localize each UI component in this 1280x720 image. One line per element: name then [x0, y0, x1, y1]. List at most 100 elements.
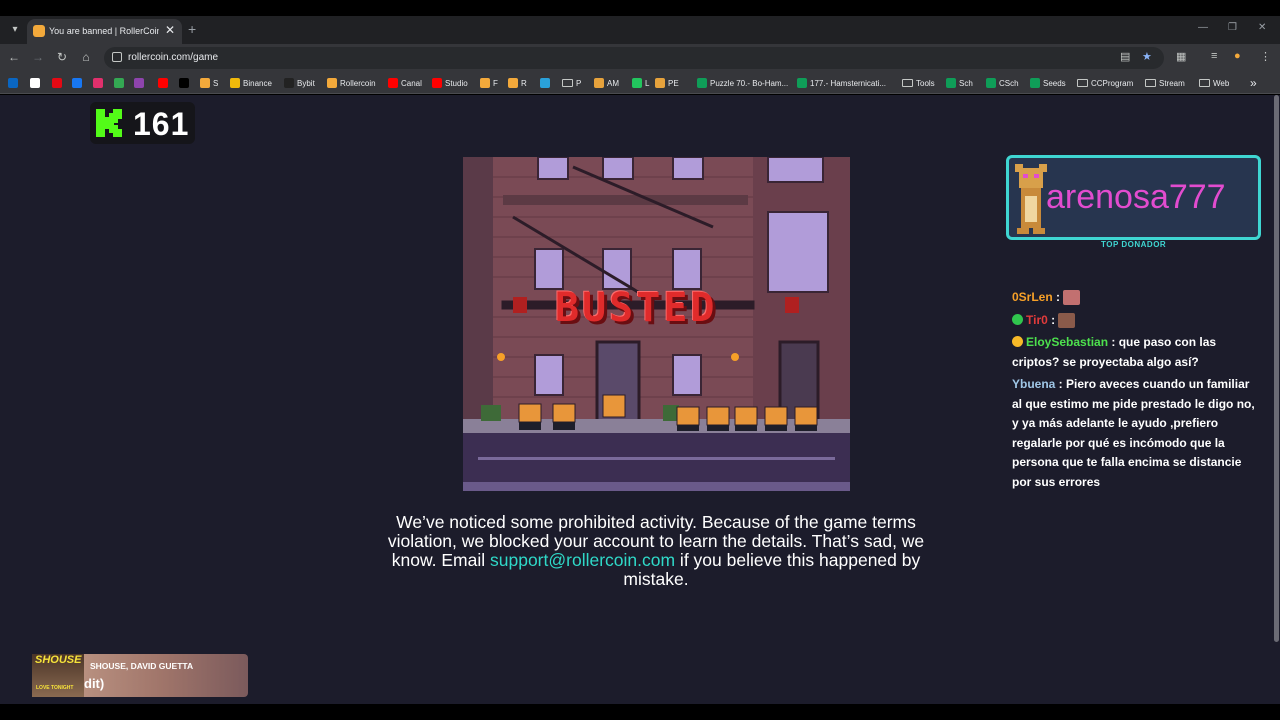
bookmark-item[interactable] [540, 76, 553, 90]
tab-close-icon[interactable]: ✕ [165, 23, 175, 37]
bookmark-item[interactable]: Rollercoin [327, 76, 376, 90]
rollercoin-favicon-icon [33, 25, 45, 37]
back-icon[interactable]: ← [6, 50, 22, 64]
album-art: SHOUSE LOVE TONIGHT [32, 654, 84, 697]
bookmark-favicon-icon [594, 78, 604, 88]
counter-value: 161 [133, 106, 190, 142]
bookmark-favicon-icon [8, 78, 18, 88]
bookmark-item[interactable] [158, 76, 171, 90]
bookmark-favicon-icon [388, 78, 398, 88]
chat-badge-icon [1012, 336, 1023, 347]
bookmark-star-icon[interactable]: ★ [1142, 50, 1152, 63]
home-icon[interactable]: ⌂ [78, 50, 94, 64]
support-email-link[interactable]: support@rollercoin.com [490, 550, 675, 570]
bookmark-item[interactable]: Seeds [1030, 76, 1066, 90]
address-bar[interactable]: rollercoin.com/game [104, 47, 1164, 69]
chat-username[interactable]: 0SrLen [1012, 290, 1053, 304]
url-text[interactable]: rollercoin.com/game [128, 52, 218, 63]
bookmark-item[interactable] [93, 76, 106, 90]
chat-separator: : [1052, 290, 1064, 304]
bookmark-item[interactable]: Bybit [284, 76, 315, 90]
bookmark-item[interactable]: L [632, 76, 649, 90]
chat-message-text: Piero aveces cuando un familiar al que e… [1012, 377, 1255, 489]
bookmark-favicon-icon [697, 78, 707, 88]
bookmark-item[interactable]: Stream [1145, 76, 1185, 90]
bookmark-item[interactable]: R [508, 76, 527, 90]
tab-title: You are banned | RollerCoin.com [49, 26, 159, 36]
chat-separator: : [1108, 335, 1119, 349]
bookmark-item[interactable] [52, 76, 65, 90]
chat-username[interactable]: EloySebastian [1026, 335, 1108, 349]
chat-emote-icon [1058, 312, 1076, 328]
bookmark-favicon-icon [30, 78, 40, 88]
bookmark-item[interactable]: Binance [230, 76, 272, 90]
bookmark-label: Puzzle 70.- Bo-Ham... [710, 78, 789, 88]
bookmark-item[interactable]: 177.- Hamsternicati... [797, 76, 886, 90]
bookmark-label: L [645, 78, 650, 88]
bookmark-favicon-icon [1030, 78, 1040, 88]
chat-username[interactable]: Tir0 [1026, 313, 1048, 327]
tab-search-menu-icon[interactable]: ▾ [6, 21, 24, 39]
bookmark-favicon-icon [432, 78, 442, 88]
minimize-icon[interactable]: — [1198, 22, 1208, 33]
bookmark-item[interactable]: P [562, 76, 581, 90]
media-control-icon[interactable]: ≡ [1211, 50, 1217, 62]
bookmark-label: F [493, 78, 498, 88]
bookmark-item[interactable] [72, 76, 85, 90]
bookmark-favicon-icon [327, 78, 337, 88]
profile-avatar-icon[interactable]: ● [1234, 50, 1241, 62]
install-app-icon[interactable]: ▤ [1120, 50, 1130, 63]
page-scrollbar[interactable] [1272, 95, 1280, 704]
browser-tab-active[interactable]: You are banned | RollerCoin.com ✕ [27, 19, 182, 44]
stream-counter: 161 [90, 102, 195, 144]
bookmark-item[interactable]: F [480, 76, 498, 90]
bookmarks-overflow-icon[interactable]: » [1250, 76, 1257, 90]
scrollbar-thumb[interactable] [1274, 95, 1279, 642]
kick-logo-icon [96, 109, 122, 137]
bookmark-item[interactable]: Puzzle 70.- Bo-Ham... [697, 76, 788, 90]
bookmark-favicon-icon [632, 78, 642, 88]
extensions-icon[interactable]: ▦ [1176, 50, 1186, 63]
chat-badge-icon [1012, 313, 1023, 325]
bookmark-favicon-icon [655, 78, 665, 88]
bookmark-item[interactable]: Sch [946, 76, 973, 90]
maximize-icon[interactable]: ❐ [1228, 22, 1237, 33]
bookmark-item[interactable]: Tools [902, 76, 935, 90]
bookmark-label: Web [1213, 78, 1230, 88]
bookmark-item[interactable] [179, 76, 192, 90]
screen-top-border [0, 0, 1280, 16]
bookmark-item[interactable] [30, 76, 43, 90]
bookmark-label: Sch [959, 78, 973, 88]
reload-icon[interactable]: ↻ [54, 50, 70, 64]
bookmark-item[interactable] [114, 76, 127, 90]
album-art-subtitle: LOVE TONIGHT [36, 685, 74, 691]
bookmark-favicon-icon [540, 78, 550, 88]
chat-username[interactable]: Ybuena [1012, 377, 1055, 391]
menu-dots-icon[interactable]: ⋮ [1260, 50, 1271, 63]
chat-separator: : [1047, 312, 1059, 327]
bookmark-item[interactable]: Web [1199, 76, 1229, 90]
bookmark-item[interactable]: CCProgram [1077, 76, 1133, 90]
forward-icon[interactable]: → [30, 50, 46, 64]
donor-avatar-icon [1015, 164, 1047, 234]
bookmark-item[interactable]: CSch [986, 76, 1019, 90]
chat-emote-icon [1063, 290, 1081, 306]
chat-message: Ybuena : Piero aveces cuando un familiar… [1012, 375, 1262, 492]
bookmark-item[interactable]: PE [655, 76, 679, 90]
close-window-icon[interactable]: ✕ [1258, 22, 1266, 33]
bookmark-label: AM [607, 78, 619, 88]
bookmark-item[interactable]: Studio [432, 76, 468, 90]
site-info-icon[interactable] [112, 52, 122, 62]
chat-message: 0SrLen : [1012, 288, 1262, 308]
bookmark-item[interactable] [134, 76, 147, 90]
bookmark-item[interactable]: AM [594, 76, 619, 90]
bookmark-favicon-icon [797, 78, 807, 88]
new-tab-icon[interactable]: + [188, 21, 196, 37]
chat-panel: 0SrLen : Tir0 : EloySebastian : que paso… [1012, 288, 1262, 495]
bookmark-favicon-icon [179, 78, 189, 88]
bookmark-item[interactable]: Canal [388, 76, 422, 90]
bookmark-item[interactable] [8, 76, 21, 90]
bookmark-favicon-icon [230, 78, 240, 88]
bookmark-item[interactable]: S [200, 76, 218, 90]
bookmark-favicon-icon [480, 78, 490, 88]
